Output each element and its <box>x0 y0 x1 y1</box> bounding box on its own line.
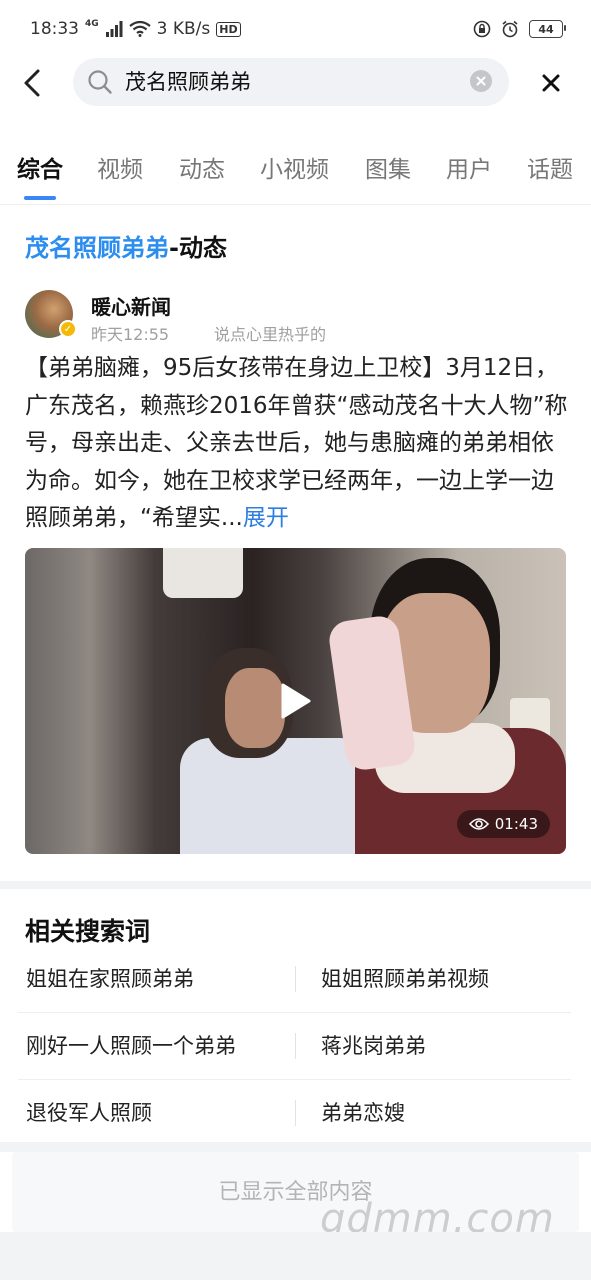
tab-short-video[interactable]: 小视频 <box>260 150 329 184</box>
back-arrow-icon <box>24 69 40 97</box>
video-duration: 01:43 <box>494 815 538 833</box>
post-author-row[interactable]: ✓ 暖心新闻 昨天12:55 说点心里热乎的 <box>25 290 565 344</box>
related-separator <box>295 1033 296 1059</box>
tab-topics[interactable]: 话题 <box>527 150 573 184</box>
related-separator <box>295 966 296 992</box>
related-search-item[interactable]: 刚好一人照顾一个弟弟 <box>26 1013 236 1079</box>
play-icon <box>281 683 311 719</box>
search-bar-row: 茂名照顾弟弟 <box>0 58 591 108</box>
status-left: 18:33 4G 3 KB/s HD <box>30 19 241 39</box>
related-searches-grid: 姐姐在家照顾弟弟 姐姐照顾弟弟视频 刚好一人照顾一个弟弟 蒋兆岗弟弟 退役军人照… <box>18 946 571 1146</box>
clear-search-button[interactable] <box>470 70 492 92</box>
back-button[interactable] <box>18 66 46 100</box>
footer-divider <box>0 1142 591 1152</box>
wifi-icon <box>128 21 151 37</box>
video-thumbnail[interactable]: 01:43 <box>25 548 566 854</box>
post-source: 说点心里热乎的 <box>214 325 327 344</box>
eye-icon <box>468 818 489 830</box>
network-speed: 3 KB/s <box>156 19 211 39</box>
close-icon <box>542 74 560 92</box>
video-duration-badge: 01:43 <box>456 810 550 838</box>
video-scene-woman-body <box>180 738 370 854</box>
related-separator <box>295 1100 296 1126</box>
related-row: 姐姐在家照顾弟弟 姐姐照顾弟弟视频 <box>18 946 571 1013</box>
related-search-item[interactable]: 姐姐照顾弟弟视频 <box>321 946 489 1012</box>
related-search-item[interactable]: 姐姐在家照顾弟弟 <box>26 946 194 1012</box>
search-query-text: 茂名照顾弟弟 <box>125 70 251 94</box>
play-button[interactable] <box>253 666 337 736</box>
alarm-icon <box>502 20 518 38</box>
search-icon <box>88 70 112 94</box>
related-searches-title: 相关搜索词 <box>25 917 151 946</box>
related-search-item[interactable]: 蒋兆岗弟弟 <box>321 1013 426 1079</box>
section-title-highlight: 茂名照顾弟弟 <box>25 234 169 262</box>
category-tabs: 综合 视频 动态 小视频 图集 用户 话题 <box>0 136 591 205</box>
post-body[interactable]: 【弟弟脑瘫，95后女孩带在身边上卫校】3月12日，广东茂名，赖燕珍2016年曾获… <box>25 350 570 538</box>
bottom-background <box>0 1232 591 1280</box>
author-name[interactable]: 暖心新闻 <box>91 291 171 320</box>
tab-gallery[interactable]: 图集 <box>365 150 411 184</box>
lock-rotation-icon <box>473 20 491 38</box>
network-type: 4G <box>85 19 99 29</box>
post-time: 昨天12:55 <box>91 325 170 344</box>
tab-all[interactable]: 综合 <box>17 150 63 184</box>
signal-icon <box>105 21 123 37</box>
related-search-item[interactable]: 退役军人照顾 <box>26 1080 152 1146</box>
hd-badge: HD <box>216 21 241 37</box>
clear-icon <box>476 76 486 86</box>
section-title[interactable]: 茂名照顾弟弟-动态 <box>25 228 227 263</box>
section-divider <box>0 881 591 889</box>
status-time: 18:33 <box>30 19 79 39</box>
related-row: 退役军人照顾 弟弟恋嫂 <box>18 1080 571 1146</box>
related-row: 刚好一人照顾一个弟弟 蒋兆岗弟弟 <box>18 1013 571 1080</box>
battery-indicator: 44 <box>529 20 566 38</box>
section-title-suffix: -动态 <box>169 234 227 262</box>
verified-icon: ✓ <box>59 320 77 338</box>
status-right: 44 <box>473 20 566 38</box>
search-input[interactable]: 茂名照顾弟弟 <box>73 58 509 106</box>
tab-moments[interactable]: 动态 <box>179 150 225 184</box>
expand-link[interactable]: 展开 <box>243 505 289 531</box>
avatar[interactable]: ✓ <box>25 290 77 338</box>
tab-users[interactable]: 用户 <box>446 150 492 184</box>
post-body-text: 【弟弟脑瘫，95后女孩带在身边上卫校】3月12日，广东茂名，赖燕珍2016年曾获… <box>25 355 568 531</box>
related-search-item[interactable]: 弟弟恋嫂 <box>321 1080 405 1146</box>
close-button[interactable] <box>538 70 564 96</box>
tab-video[interactable]: 视频 <box>97 150 143 184</box>
tab-active-indicator <box>24 196 56 200</box>
status-bar: 18:33 4G 3 KB/s HD 44 <box>0 0 591 58</box>
video-scene-heater <box>163 548 243 598</box>
